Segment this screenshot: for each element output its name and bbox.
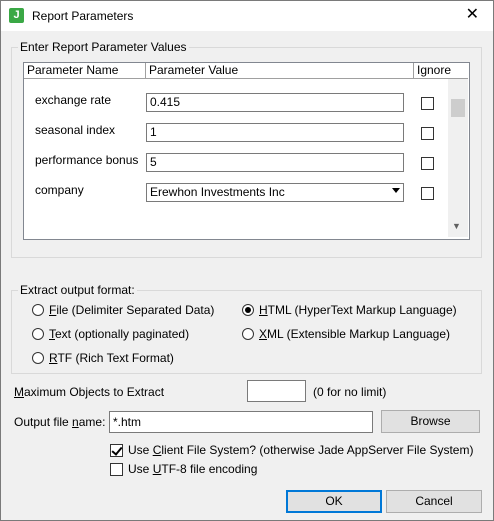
radio-xml[interactable] xyxy=(242,328,254,340)
ignore-checkbox-company[interactable] xyxy=(421,187,434,200)
max-objects-input[interactable] xyxy=(247,380,306,402)
ignore-checkbox-seasonal-index[interactable] xyxy=(421,127,434,140)
option-rtf-label[interactable]: RTF (Rich Text Format) xyxy=(49,351,174,365)
client-fs-post: lient File System? (otherwise Jade AppSe… xyxy=(161,443,474,457)
company-combo-value: Erewhon Investments Inc xyxy=(150,185,285,199)
radio-file[interactable] xyxy=(32,304,44,316)
param-value-performance-bonus[interactable]: 5 xyxy=(146,153,404,172)
hotkey-html: H xyxy=(259,303,268,317)
option-text-label[interactable]: Text (optionally paginated) xyxy=(49,327,189,341)
hotkey-output-file: n xyxy=(72,415,79,429)
option-html-label[interactable]: HTML (HyperText Markup Language) xyxy=(259,303,457,317)
option-xml-label[interactable]: XML (Extensible Markup Language) xyxy=(259,327,450,341)
output-file-label-pre: Output file xyxy=(14,415,73,429)
max-objects-label: Maximum Objects to Extract xyxy=(14,385,164,399)
parameter-values-group-label: Enter Report Parameter Values xyxy=(18,40,189,54)
option-file-label[interactable]: File (Delimiter Separated Data) xyxy=(49,303,214,317)
column-header-ignore[interactable]: Ignore xyxy=(414,63,468,79)
ignore-checkbox-performance-bonus[interactable] xyxy=(421,157,434,170)
output-file-input[interactable]: *.htm xyxy=(109,411,373,433)
param-name-exchange-rate: exchange rate xyxy=(35,93,112,107)
hotkey-xml: X xyxy=(259,327,268,341)
ok-button[interactable]: OK xyxy=(286,490,382,513)
ignore-checkbox-exchange-rate[interactable] xyxy=(421,97,434,110)
option-text-text: ext (optionally paginated) xyxy=(55,327,190,341)
param-name-seasonal-index: seasonal index xyxy=(35,123,116,137)
output-file-label: Output file name: xyxy=(14,415,105,429)
parameter-grid: Parameter Name Parameter Value Ignore ex… xyxy=(23,62,470,240)
utf8-post: TF-8 file encoding xyxy=(161,462,258,476)
param-value-seasonal-index[interactable]: 1 xyxy=(146,123,404,142)
client-fs-pre: Use xyxy=(128,443,153,457)
param-value-company-combo[interactable]: Erewhon Investments Inc xyxy=(146,183,404,202)
column-header-parameter-value[interactable]: Parameter Value xyxy=(146,63,414,79)
report-parameters-dialog: J Report Parameters ✕ Enter Report Param… xyxy=(0,0,494,521)
radio-rtf[interactable] xyxy=(32,352,44,364)
client-fs-checkbox[interactable] xyxy=(110,444,123,457)
cancel-button[interactable]: Cancel xyxy=(386,490,482,513)
output-format-group-label: Extract output format: xyxy=(18,283,137,297)
window-title: Report Parameters xyxy=(32,9,134,23)
param-value-exchange-rate[interactable]: 0.415 xyxy=(146,93,404,112)
column-header-parameter-name[interactable]: Parameter Name xyxy=(24,63,146,79)
option-html-text: TML (HyperText Markup Language) xyxy=(267,303,457,317)
option-xml-text: ML (Extensible Markup Language) xyxy=(267,327,451,341)
param-name-performance-bonus: performance bonus xyxy=(35,153,139,167)
param-name-company: company xyxy=(35,183,84,197)
client-fs-label[interactable]: Use Client File System? (otherwise Jade … xyxy=(128,443,473,457)
title-bar: J Report Parameters ✕ xyxy=(1,1,493,31)
browse-button[interactable]: Browse xyxy=(381,410,480,433)
output-file-label-post: ame: xyxy=(78,415,106,429)
max-objects-hint: (0 for no limit) xyxy=(313,385,387,399)
scrollbar-thumb[interactable] xyxy=(451,99,465,117)
vertical-scrollbar[interactable]: ▼ xyxy=(448,79,468,237)
scroll-down-arrow-icon[interactable]: ▼ xyxy=(452,221,461,231)
utf8-label[interactable]: Use UTF-8 file encoding xyxy=(128,462,257,476)
chevron-down-icon[interactable] xyxy=(392,188,400,193)
app-icon: J xyxy=(9,8,24,23)
max-objects-text: aximum Objects to Extract xyxy=(24,385,165,399)
close-icon[interactable]: ✕ xyxy=(466,6,479,24)
option-rtf-text: TF (Rich Text Format) xyxy=(57,351,174,365)
radio-html[interactable] xyxy=(242,304,254,316)
radio-text[interactable] xyxy=(32,328,44,340)
utf8-pre: Use xyxy=(128,462,153,476)
option-file-text: ile (Delimiter Separated Data) xyxy=(56,303,215,317)
utf8-checkbox[interactable] xyxy=(110,463,123,476)
hotkey-max-objects: M xyxy=(14,385,24,399)
